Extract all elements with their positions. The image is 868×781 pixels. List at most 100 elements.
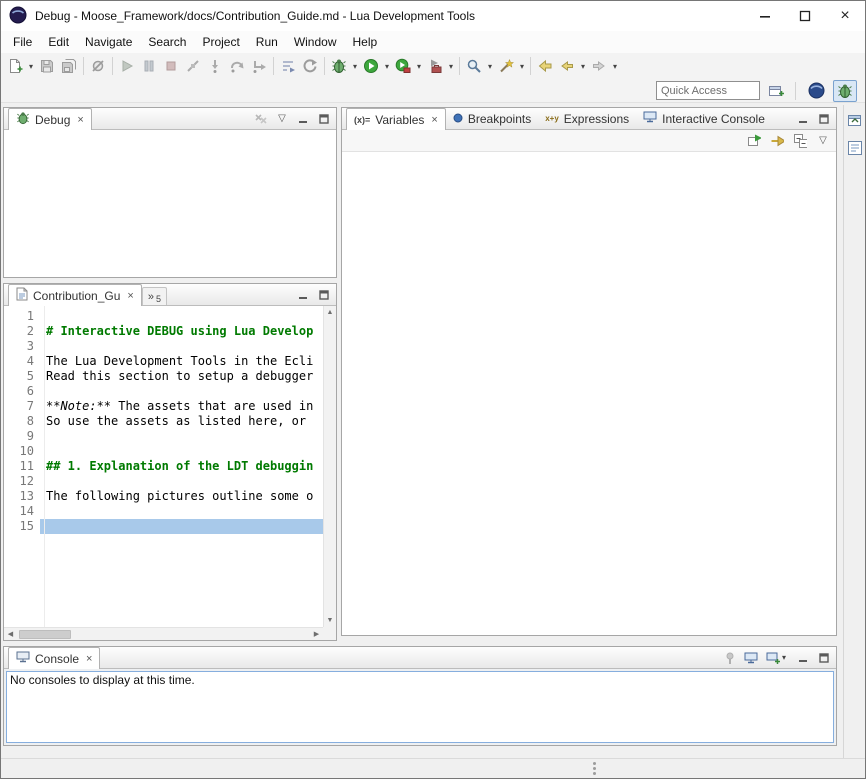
new-wizard-button[interactable] [495, 55, 517, 77]
editor-content[interactable]: 1 2# Interactive DEBUG using Lua Develop… [4, 306, 336, 640]
use-step-filters-button[interactable] [277, 55, 299, 77]
console-output-area[interactable]: No consoles to display at this time. [6, 671, 834, 743]
debug-perspective-button[interactable] [833, 80, 857, 102]
new-dropdown-caret[interactable]: ▾ [26, 55, 36, 77]
scrollbar-thumb[interactable] [19, 630, 71, 639]
line-number[interactable]: 13 [4, 489, 40, 504]
new-wizard-dropdown-caret[interactable]: ▾ [517, 55, 527, 77]
show-type-names-button[interactable] [747, 134, 761, 148]
debug-button[interactable] [328, 55, 350, 77]
menu-navigate[interactable]: Navigate [77, 33, 140, 51]
line-number[interactable]: 6 [4, 384, 40, 399]
variables-maximize-button[interactable] [817, 112, 831, 126]
window-maximize-button[interactable] [785, 1, 825, 31]
line-text[interactable] [40, 519, 323, 534]
editor-text-area[interactable]: 1 2# Interactive DEBUG using Lua Develop… [4, 306, 323, 627]
line-text-rest[interactable]: The assets that are used in [111, 399, 313, 413]
line-number[interactable]: 11 [4, 459, 40, 474]
skip-all-breakpoints-button[interactable] [87, 55, 109, 77]
line-text[interactable] [40, 429, 323, 444]
run-button[interactable] [360, 55, 382, 77]
tab-contribution-guide-close-icon[interactable]: × [125, 290, 133, 302]
window-close-button[interactable]: × [825, 1, 865, 31]
open-perspective-button[interactable] [765, 80, 787, 102]
profile-dropdown-caret[interactable]: ▾ [414, 55, 424, 77]
line-number[interactable]: 4 [4, 354, 40, 369]
line-number[interactable]: 10 [4, 444, 40, 459]
line-text[interactable] [40, 474, 323, 489]
display-selected-console-button[interactable] [744, 651, 758, 665]
step-return-button[interactable] [248, 55, 270, 77]
debug-view-menu-button[interactable]: ▽ [275, 112, 289, 126]
search-button[interactable] [463, 55, 485, 77]
line-text[interactable]: Read this section to setup a debugger [40, 369, 323, 384]
debug-view-content[interactable] [4, 130, 336, 277]
external-tools-dropdown-caret[interactable]: ▾ [446, 55, 456, 77]
editor-line[interactable]: 10 [4, 444, 323, 459]
step-into-button[interactable] [204, 55, 226, 77]
menu-edit[interactable]: Edit [40, 33, 77, 51]
debug-view-minimize-button[interactable] [296, 112, 310, 126]
console-maximize-button[interactable] [817, 651, 831, 665]
ldt-perspective-button[interactable] [804, 80, 828, 102]
back-button[interactable] [556, 55, 578, 77]
tab-console-close-icon[interactable]: × [84, 653, 92, 665]
tab-console[interactable]: Console × [8, 647, 100, 669]
back-dropdown-caret[interactable]: ▾ [578, 55, 588, 77]
editor-line[interactable]: 5Read this section to setup a debugger [4, 369, 323, 384]
editor-line[interactable]: 12 [4, 474, 323, 489]
external-tools-button[interactable] [424, 55, 446, 77]
line-text[interactable] [40, 444, 323, 459]
run-dropdown-caret[interactable]: ▾ [382, 55, 392, 77]
open-console-button[interactable]: ▾ [765, 651, 789, 665]
line-text[interactable]: So use the assets as listed here, or [40, 414, 323, 429]
outline-view-button[interactable] [847, 140, 863, 159]
restore-minimized-view-button[interactable] [847, 113, 863, 132]
last-edit-location-button[interactable] [534, 55, 556, 77]
line-number[interactable]: 3 [4, 339, 40, 354]
editor-line-current[interactable]: 15 [4, 519, 323, 534]
line-number[interactable]: 2 [4, 324, 40, 339]
debug-dropdown-caret[interactable]: ▾ [350, 55, 360, 77]
profile-button[interactable] [392, 55, 414, 77]
vertical-scrollbar[interactable]: ▲ ▼ [323, 306, 336, 627]
save-button[interactable] [36, 55, 58, 77]
tab-contribution-guide[interactable]: Contribution_Gu × [8, 284, 142, 306]
line-number[interactable]: 8 [4, 414, 40, 429]
line-number[interactable]: 14 [4, 504, 40, 519]
tab-variables-close-icon[interactable]: × [429, 114, 437, 126]
new-button[interactable] [4, 55, 26, 77]
scroll-right-icon[interactable]: ▶ [310, 628, 323, 641]
terminate-button[interactable] [160, 55, 182, 77]
line-text[interactable]: The following pictures outline some o [40, 489, 323, 504]
pin-console-button[interactable] [723, 651, 737, 665]
search-dropdown-caret[interactable]: ▾ [485, 55, 495, 77]
scroll-up-icon[interactable]: ▲ [324, 306, 337, 319]
suspend-button[interactable] [138, 55, 160, 77]
watch-expression-button[interactable] [770, 134, 784, 148]
console-minimize-button[interactable] [796, 651, 810, 665]
variables-minimize-button[interactable] [796, 112, 810, 126]
line-text[interactable] [40, 309, 323, 324]
markdown-bold-syntax[interactable]: **Note:** [46, 399, 111, 413]
variables-view-menu-button[interactable]: ▽ [816, 134, 830, 148]
editor-line[interactable]: 1 [4, 309, 323, 324]
terminate-and-relaunch-button[interactable] [299, 55, 321, 77]
line-number[interactable]: 1 [4, 309, 40, 324]
resume-button[interactable] [116, 55, 138, 77]
hidden-editors-button[interactable]: » 5 [142, 287, 167, 305]
line-text[interactable]: ## 1. Explanation of the LDT debuggin [40, 459, 323, 474]
save-all-button[interactable] [58, 55, 80, 77]
open-console-dropdown-caret[interactable]: ▾ [780, 647, 788, 669]
line-number[interactable]: 7 [4, 399, 40, 414]
menu-search[interactable]: Search [140, 33, 194, 51]
line-number[interactable]: 12 [4, 474, 40, 489]
menu-file[interactable]: File [5, 33, 40, 51]
horizontal-scrollbar[interactable]: ◀ ▶ [4, 627, 323, 640]
editor-minimize-button[interactable] [296, 288, 310, 302]
line-text[interactable] [40, 504, 323, 519]
line-number[interactable]: 9 [4, 429, 40, 444]
scroll-down-icon[interactable]: ▼ [324, 614, 337, 627]
tab-variables[interactable]: (x)= Variables × [346, 108, 446, 130]
line-text[interactable]: **Note:** The assets that are used in [40, 399, 323, 414]
